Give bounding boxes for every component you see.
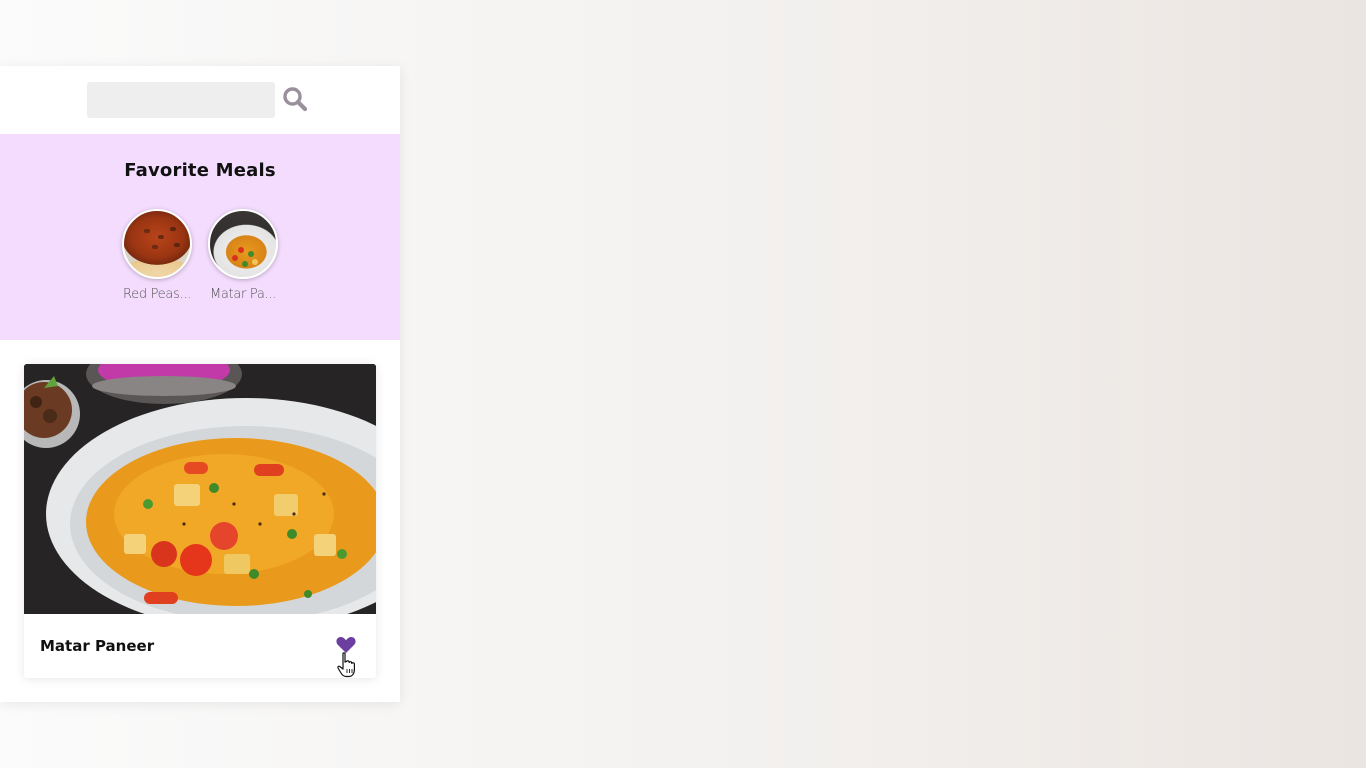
meal-card: Matar Paneer (24, 364, 376, 678)
favorite-meals-section: Favorite Meals Red Peas... Matar Pa... (0, 134, 400, 340)
heart-icon (336, 636, 356, 657)
favorites-title: Favorite Meals (124, 160, 276, 181)
search-icon (282, 86, 308, 115)
search-button[interactable] (277, 82, 313, 118)
meal-name: Matar Paneer (40, 637, 155, 655)
meal-card-body: Matar Paneer (24, 614, 376, 678)
search-bar (0, 66, 400, 134)
search-input[interactable] (87, 82, 275, 118)
favorite-meal-thumbnail[interactable] (208, 209, 278, 279)
favorite-meal-thumbnail[interactable] (122, 209, 192, 279)
favorite-meals-list: Red Peas... Matar Pa... (0, 209, 400, 302)
favorite-meal-item[interactable]: Matar Pa... (206, 209, 280, 302)
meal-app-container: Favorite Meals Red Peas... Matar Pa... M… (0, 66, 400, 702)
favorite-meal-item[interactable]: Red Peas... (120, 209, 194, 302)
meal-image (24, 364, 376, 614)
favorite-button[interactable] (332, 632, 360, 660)
favorite-meal-label: Red Peas... (122, 287, 192, 302)
favorite-meal-label: Matar Pa... (209, 287, 277, 302)
